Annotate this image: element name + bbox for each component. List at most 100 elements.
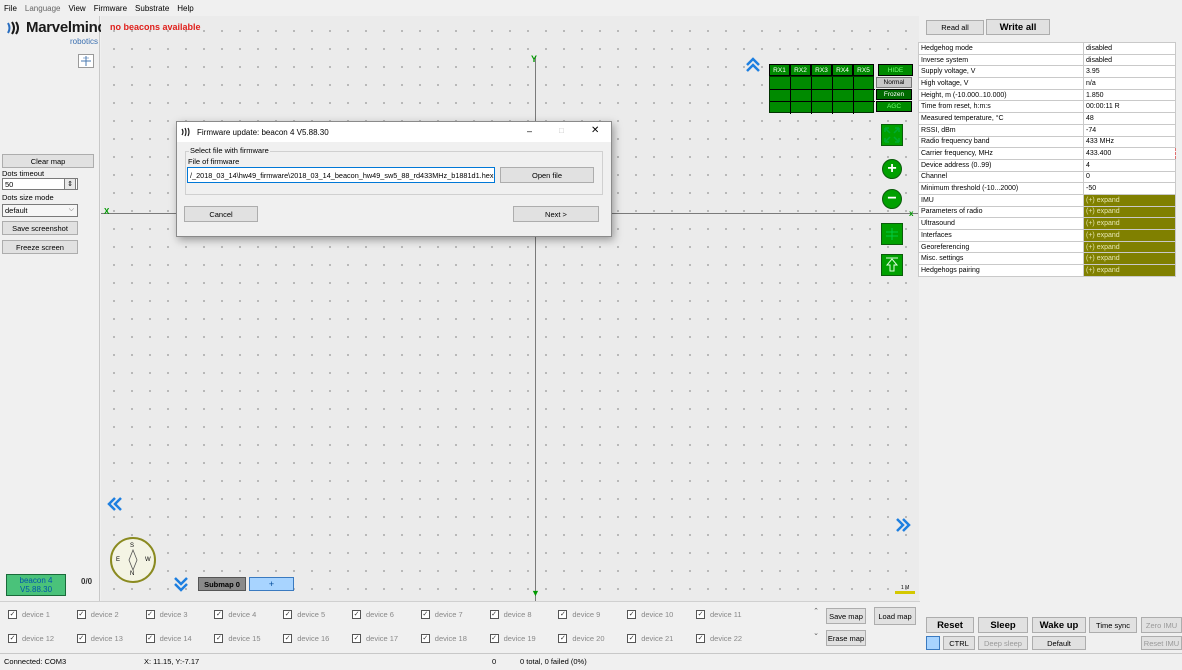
device-toggle[interactable]: ✓ device 17 bbox=[352, 630, 398, 646]
property-value[interactable]: 4 bbox=[1083, 158, 1176, 172]
dots-size-select[interactable]: default ⌵ bbox=[2, 204, 78, 217]
next-button[interactable]: Next > bbox=[513, 206, 599, 222]
ctrl-button[interactable]: CTRL bbox=[943, 636, 975, 650]
checkbox-icon[interactable]: ✓ bbox=[489, 633, 499, 643]
minimize-icon[interactable]: – bbox=[527, 126, 532, 136]
device-toggle[interactable]: ✓ device 20 bbox=[558, 630, 605, 646]
wake-up-button[interactable]: Wake up bbox=[1032, 617, 1086, 633]
checkbox-icon[interactable]: ✓ bbox=[283, 633, 293, 643]
device-toggle[interactable]: ✓ device 14 bbox=[145, 630, 192, 646]
close-icon[interactable]: ✕ bbox=[591, 125, 599, 136]
device-toggle[interactable]: ✓ device 21 bbox=[627, 630, 673, 646]
device-toggle[interactable]: ✓ device 5 bbox=[283, 606, 325, 622]
checkbox-icon[interactable]: ✓ bbox=[283, 609, 293, 619]
maximize-icon[interactable]: □ bbox=[559, 126, 564, 135]
spin-icon[interactable]: ⇕ bbox=[64, 178, 76, 190]
checkbox-icon[interactable]: ✓ bbox=[145, 609, 155, 619]
checkbox-icon[interactable]: ✓ bbox=[214, 609, 224, 619]
checkbox-icon[interactable]: ✓ bbox=[696, 633, 705, 643]
scroll-down-icon[interactable] bbox=[173, 575, 189, 593]
cancel-button[interactable]: Cancel bbox=[184, 206, 258, 222]
open-file-button[interactable]: Open file bbox=[500, 167, 594, 183]
menu-view[interactable]: View bbox=[68, 4, 85, 13]
property-value[interactable]: 00:00:11 R bbox=[1083, 100, 1176, 114]
checkbox-icon[interactable]: ✓ bbox=[76, 633, 86, 643]
frozen-button[interactable]: Frozen bbox=[876, 89, 912, 100]
property-value[interactable]: (+) expand bbox=[1083, 217, 1176, 230]
device-toggle[interactable]: ✓ device 4 bbox=[214, 606, 256, 622]
property-value[interactable]: n/a bbox=[1083, 77, 1176, 90]
device-toggle[interactable]: ✓ device 22 bbox=[696, 630, 742, 646]
load-map-button[interactable]: Load map bbox=[874, 607, 916, 625]
checkbox-icon[interactable]: ✓ bbox=[696, 609, 705, 619]
checkbox-icon[interactable]: ✓ bbox=[558, 609, 568, 619]
device-toggle[interactable]: ✓ device 18 bbox=[420, 630, 467, 646]
property-value[interactable]: disabled bbox=[1083, 42, 1176, 55]
checkbox-icon[interactable]: ✓ bbox=[8, 633, 17, 643]
rx5-button[interactable]: RX5 bbox=[853, 64, 874, 76]
property-value[interactable]: 0 bbox=[1083, 170, 1176, 184]
device-toggle[interactable]: ✓ device 19 bbox=[489, 630, 536, 646]
default-button[interactable]: Default bbox=[1032, 636, 1086, 650]
property-value[interactable]: disabled bbox=[1083, 53, 1176, 67]
add-submap-button[interactable]: + bbox=[249, 577, 294, 591]
property-value[interactable]: -50 bbox=[1083, 182, 1176, 195]
menu-language[interactable]: Language bbox=[25, 4, 61, 13]
property-value[interactable]: 433.400 bbox=[1083, 147, 1176, 160]
save-map-button[interactable]: Save map bbox=[826, 608, 866, 624]
hide-button[interactable]: HIDE bbox=[878, 64, 913, 76]
rx1-button[interactable]: RX1 bbox=[769, 64, 790, 76]
zoom-in-button[interactable]: + bbox=[882, 159, 902, 179]
deep-sleep-button[interactable]: Deep sleep bbox=[978, 636, 1028, 650]
checkbox-icon[interactable]: ✓ bbox=[489, 609, 499, 619]
device-toggle[interactable]: ✓ device 13 bbox=[76, 630, 123, 646]
agc-button[interactable]: AGC bbox=[876, 101, 912, 112]
property-value[interactable]: (+) expand bbox=[1083, 264, 1176, 277]
property-value[interactable]: -74 bbox=[1083, 123, 1176, 137]
checkbox-icon[interactable]: ✓ bbox=[627, 633, 637, 643]
ctrl-color-swatch[interactable] bbox=[926, 636, 940, 650]
property-value[interactable]: 433 MHz bbox=[1083, 135, 1176, 149]
save-screenshot-button[interactable]: Save screenshot bbox=[2, 221, 78, 235]
rx4-button[interactable]: RX4 bbox=[832, 64, 853, 76]
checkbox-icon[interactable]: ✓ bbox=[558, 633, 568, 643]
device-toggle[interactable]: ✓ device 12 bbox=[8, 630, 54, 646]
device-toggle[interactable]: ✓ device 6 bbox=[352, 606, 394, 622]
fit-to-screen-button[interactable] bbox=[881, 124, 903, 146]
device-toggle[interactable]: ✓ device 1 bbox=[8, 606, 50, 622]
property-value[interactable]: 1.850 bbox=[1083, 88, 1176, 102]
reset-imu-button[interactable]: Reset IMU bbox=[1141, 636, 1182, 650]
zero-imu-button[interactable]: Zero IMU bbox=[1141, 617, 1182, 633]
firmware-file-input[interactable]: /_2018_03_14\hw49_firmware\2018_03_14_be… bbox=[187, 167, 495, 183]
checkbox-icon[interactable]: ✓ bbox=[214, 633, 224, 643]
scroll-down-arrow-icon[interactable]: ⌄ bbox=[812, 629, 820, 637]
erase-map-button[interactable]: Erase map bbox=[826, 630, 866, 646]
device-toggle[interactable]: ✓ device 16 bbox=[283, 630, 329, 646]
submap-button[interactable]: Submap 0 bbox=[198, 577, 246, 591]
checkbox-icon[interactable]: ✓ bbox=[627, 609, 637, 619]
write-all-button[interactable]: Write all bbox=[986, 19, 1050, 35]
device-toggle[interactable]: ✓ device 2 bbox=[76, 606, 119, 622]
device-toggle[interactable]: ✓ device 3 bbox=[145, 606, 188, 622]
menu-help[interactable]: Help bbox=[177, 4, 193, 13]
rotate-button[interactable] bbox=[881, 223, 903, 245]
checkbox-icon[interactable]: ✓ bbox=[420, 633, 430, 643]
menu-file[interactable]: File bbox=[4, 4, 17, 13]
device-toggle[interactable]: ✓ device 15 bbox=[214, 630, 261, 646]
scroll-up-icon[interactable] bbox=[745, 56, 761, 74]
time-sync-button[interactable]: Time sync bbox=[1089, 617, 1137, 633]
device-toggle[interactable]: ✓ device 11 bbox=[696, 606, 742, 622]
scroll-left-icon[interactable] bbox=[106, 496, 124, 512]
scroll-right-icon[interactable] bbox=[894, 517, 912, 533]
zoom-out-button[interactable]: − bbox=[882, 189, 902, 209]
device-toggle[interactable]: ✓ device 10 bbox=[627, 606, 673, 622]
property-value[interactable]: 48 bbox=[1083, 112, 1176, 125]
beacon-4-tile[interactable]: beacon 4 V5.88.30 bbox=[6, 574, 66, 596]
checkbox-icon[interactable]: ✓ bbox=[352, 633, 361, 643]
freeze-screen-button[interactable]: Freeze screen bbox=[2, 240, 78, 254]
clear-map-button[interactable]: Clear map bbox=[2, 154, 94, 168]
add-beacon-button[interactable] bbox=[78, 54, 94, 68]
sleep-button[interactable]: Sleep bbox=[978, 617, 1028, 633]
property-value[interactable]: (+) expand bbox=[1083, 229, 1176, 242]
checkbox-icon[interactable]: ✓ bbox=[76, 609, 86, 619]
